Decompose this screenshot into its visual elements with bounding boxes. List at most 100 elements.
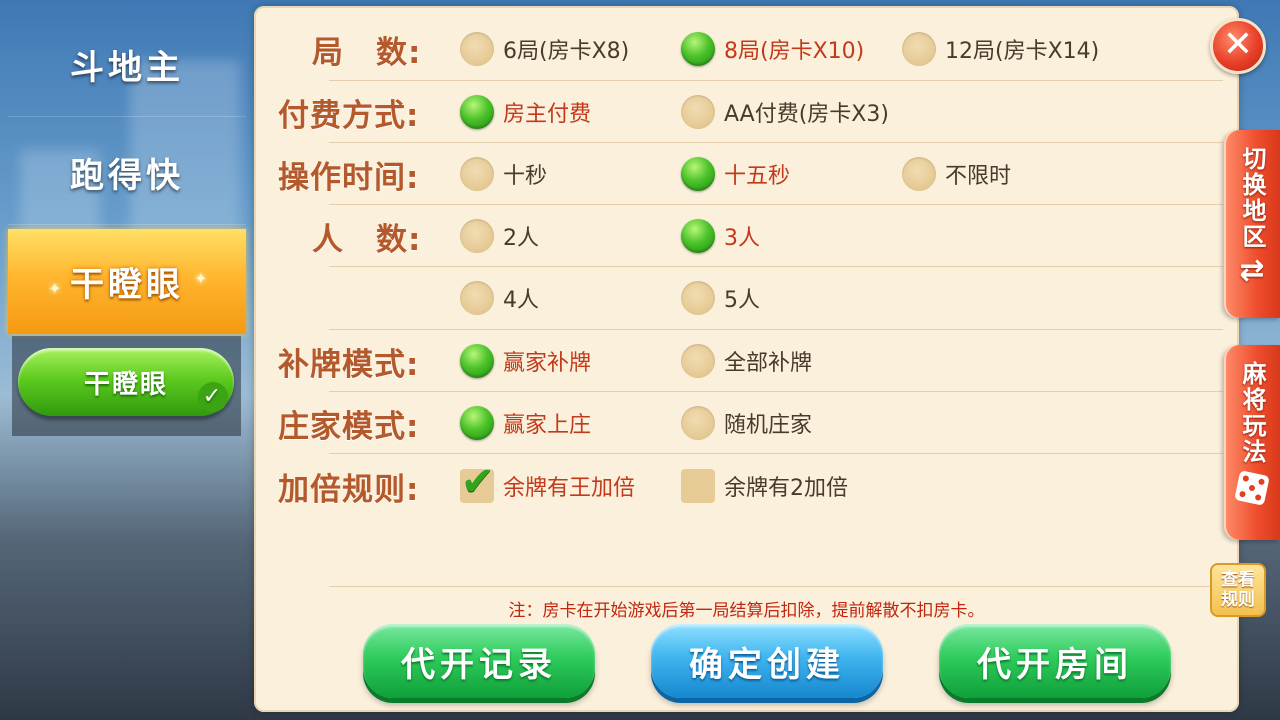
radio-selected-icon	[460, 344, 494, 378]
timer-option-10s[interactable]: 十秒	[460, 143, 547, 205]
rounds-option-8[interactable]: 8局(房卡X10)	[681, 18, 864, 80]
option-label: 赢家补牌	[503, 351, 592, 376]
timer-option-15s[interactable]: 十五秒	[681, 143, 790, 205]
radio-selected-icon	[681, 219, 715, 253]
sparkle-icon: ✦	[194, 269, 212, 288]
game-type-sidebar: 斗地主 跑得快 ✦ 干瞪眼 ✦ 干瞪眼 ✓	[0, 0, 252, 720]
subgame-button-label: 干瞪眼	[83, 369, 168, 400]
dealer-mode-label: 庄家模式:	[278, 408, 420, 445]
double-rules-label: 加倍规则:	[278, 471, 420, 508]
radio-icon	[460, 219, 494, 253]
dealer-mode-option-winner[interactable]: 赢家上庄	[460, 392, 591, 454]
payment-label: 付费方式:	[278, 97, 420, 134]
proxy-records-button[interactable]: 代开记录	[363, 624, 595, 698]
create-room-panel: 局 数: 6局(房卡X8) 8局(房卡X10) 12局(房卡X14) 付费方式:…	[254, 6, 1239, 712]
double-rules-row: 加倍规则: ✔ 余牌有王加倍 余牌有2加倍	[254, 455, 1239, 517]
option-label: 房主付费	[503, 102, 592, 127]
sidebar-item-label: 斗地主	[70, 47, 184, 88]
sidebar-item-doudizhu[interactable]: 斗地主	[8, 12, 246, 117]
proxy-room-button[interactable]: 代开房间	[939, 624, 1171, 698]
radio-icon	[681, 344, 715, 378]
option-label: 4人	[503, 288, 539, 313]
radio-selected-icon	[460, 95, 494, 129]
draw-mode-row: 补牌模式: 赢家补牌 全部补牌	[254, 330, 1239, 392]
rules-label-line2: 规则	[1221, 590, 1255, 610]
tab-label: 麻将玩法	[1238, 361, 1266, 465]
rounds-option-6[interactable]: 6局(房卡X8)	[460, 18, 629, 80]
rounds-row: 局 数: 6局(房卡X8) 8局(房卡X10) 12局(房卡X14)	[254, 18, 1239, 80]
sidebar-item-paodekuai[interactable]: 跑得快	[8, 120, 246, 225]
players-option-2[interactable]: 2人	[460, 205, 539, 267]
rounds-option-12[interactable]: 12局(房卡X14)	[902, 18, 1099, 80]
option-label: AA付费(房卡X3)	[724, 102, 889, 127]
timer-row: 操作时间: 十秒 十五秒 不限时	[254, 143, 1239, 205]
draw-mode-option-all[interactable]: 全部补牌	[681, 330, 812, 392]
tab-label: 切换地区	[1238, 146, 1266, 250]
rounds-label: 局 数:	[312, 34, 422, 71]
option-label: 十秒	[503, 164, 548, 189]
double-rule-joker[interactable]: ✔ 余牌有王加倍	[460, 455, 635, 517]
dealer-mode-row: 庄家模式: 赢家上庄 随机庄家	[254, 392, 1239, 454]
option-label: 随机庄家	[724, 413, 813, 438]
room-card-note: 注：房卡在开始游戏后第一局结算后扣除，提前解散不扣房卡。	[508, 601, 985, 621]
option-label: 十五秒	[724, 164, 791, 189]
players-option-5[interactable]: 5人	[681, 267, 760, 329]
players-option-4[interactable]: 4人	[460, 267, 539, 329]
radio-selected-icon	[681, 157, 715, 191]
button-label: 代开房间	[977, 644, 1133, 685]
note-divider	[329, 586, 1223, 587]
option-label: 3人	[724, 226, 760, 251]
timer-option-unlimited[interactable]: 不限时	[902, 143, 1011, 205]
close-icon: ✕	[1222, 24, 1254, 65]
rules-label-line1: 查看	[1221, 570, 1255, 590]
option-label: 全部补牌	[724, 351, 813, 376]
subgame-gandengyan-button[interactable]: 干瞪眼 ✓	[18, 348, 234, 416]
option-label: 6局(房卡X8)	[503, 39, 630, 64]
check-icon: ✓	[198, 382, 228, 412]
swap-arrows-icon: ⇄	[1239, 253, 1265, 288]
radio-icon	[460, 157, 494, 191]
sidebar-item-label: 干瞪眼	[70, 265, 184, 305]
option-label: 不限时	[945, 164, 1012, 189]
timer-label: 操作时间:	[278, 159, 420, 196]
switch-region-tab[interactable]: 切换地区 ⇄	[1224, 130, 1280, 318]
option-label: 2人	[503, 226, 539, 251]
radio-selected-icon	[460, 406, 494, 440]
payment-option-owner[interactable]: 房主付费	[460, 81, 591, 143]
button-label: 代开记录	[401, 644, 557, 685]
sidebar-item-gandengyan[interactable]: ✦ 干瞪眼 ✦	[8, 229, 246, 334]
close-button[interactable]: ✕	[1210, 18, 1266, 74]
sparkle-icon: ✦	[48, 279, 66, 298]
checkmark-icon: ✔	[461, 459, 495, 505]
option-label: 余牌有王加倍	[503, 476, 636, 501]
radio-icon	[681, 281, 715, 315]
subgame-panel: 干瞪眼 ✓	[12, 336, 241, 436]
option-label: 赢家上庄	[503, 413, 592, 438]
draw-mode-option-winner[interactable]: 赢家补牌	[460, 330, 591, 392]
option-label: 8局(房卡X10)	[724, 39, 865, 64]
row-divider	[329, 453, 1223, 454]
view-rules-button[interactable]: 查看 规则	[1210, 563, 1266, 617]
option-label: 5人	[724, 288, 760, 313]
mahjong-modes-tab[interactable]: 麻将玩法	[1224, 345, 1280, 540]
payment-option-aa[interactable]: AA付费(房卡X3)	[681, 81, 889, 143]
checkbox-checked-icon: ✔	[460, 459, 495, 505]
option-label: 12局(房卡X14)	[945, 39, 1100, 64]
button-label: 确定创建	[689, 644, 845, 685]
double-rule-two[interactable]: 余牌有2加倍	[681, 455, 848, 517]
radio-icon	[902, 32, 936, 66]
radio-icon	[681, 406, 715, 440]
payment-row: 付费方式: 房主付费 AA付费(房卡X3)	[254, 81, 1239, 143]
radio-icon	[460, 281, 494, 315]
checkbox-icon	[681, 469, 715, 503]
draw-mode-label: 补牌模式:	[278, 346, 420, 383]
confirm-create-button[interactable]: 确定创建	[651, 624, 883, 698]
sidebar-item-label: 跑得快	[70, 155, 184, 196]
radio-icon	[681, 95, 715, 129]
players-option-3[interactable]: 3人	[681, 205, 760, 267]
players-row: 人 数: 2人 3人	[254, 205, 1239, 267]
radio-selected-icon	[681, 32, 715, 66]
dealer-mode-option-random[interactable]: 随机庄家	[681, 392, 812, 454]
option-label: 余牌有2加倍	[724, 476, 848, 501]
radio-icon	[460, 32, 494, 66]
